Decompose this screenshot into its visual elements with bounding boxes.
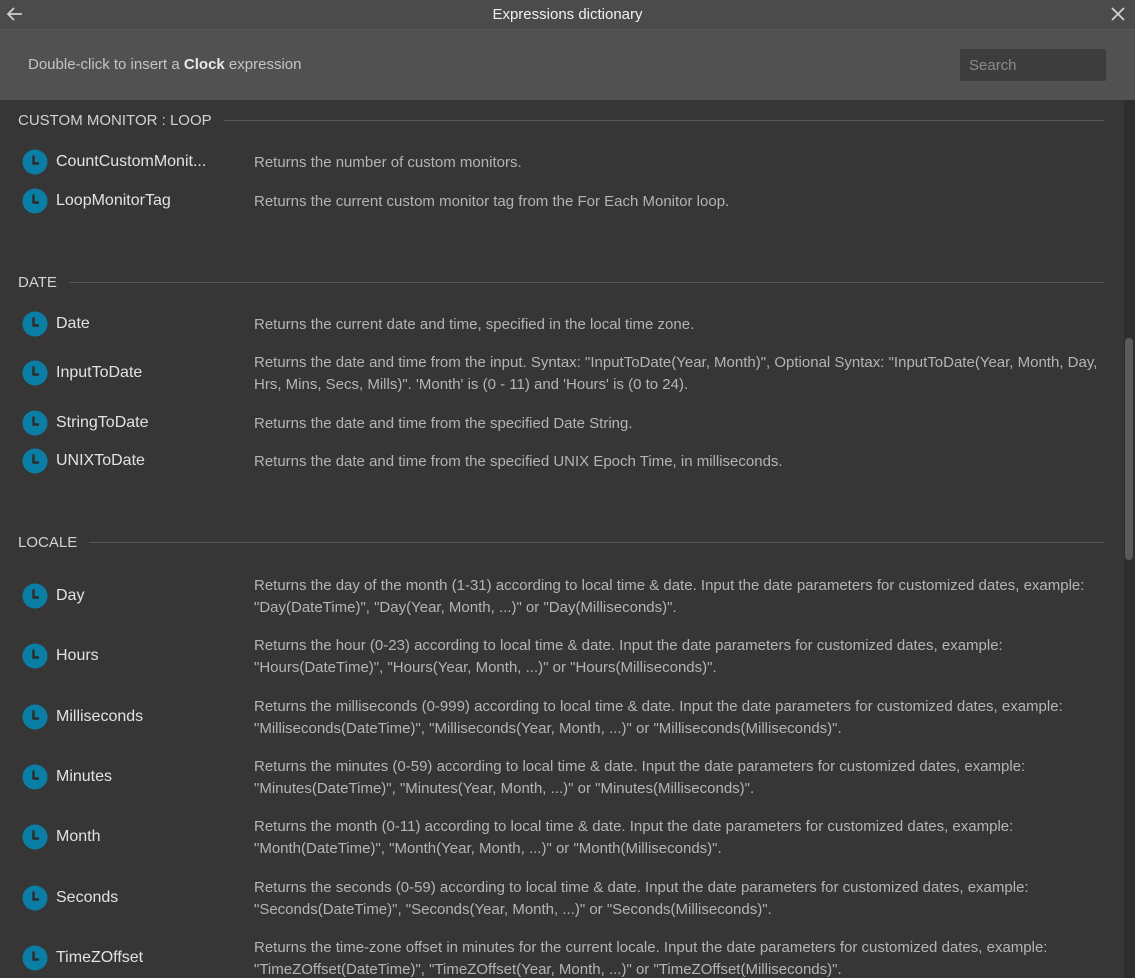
clock-icon xyxy=(22,885,48,911)
section-header-date: DATE xyxy=(18,272,1104,292)
expression-description: Returns the milliseconds (0-999) accordi… xyxy=(254,698,1063,737)
section-title: DATE xyxy=(18,273,57,291)
expression-description: Returns the date and time from the speci… xyxy=(254,453,783,470)
expression-description: Returns the current date and time, speci… xyxy=(254,316,695,333)
search-input[interactable] xyxy=(960,49,1106,81)
expression-item-date[interactable]: Date Returns the current date and time, … xyxy=(0,308,1124,342)
section-divider xyxy=(223,119,1104,121)
expression-description: Returns the day of the month (1-31) acco… xyxy=(254,577,1085,616)
expression-item-timezoffset[interactable]: TimeZOffset Returns the time-zone offset… xyxy=(0,935,1124,978)
section-header-custom-monitor-loop: CUSTOM MONITOR : LOOP xyxy=(18,110,1104,130)
clock-icon xyxy=(22,311,48,337)
clock-icon xyxy=(22,824,48,850)
expression-item-day[interactable]: Day Returns the day of the month (1-31) … xyxy=(0,573,1124,621)
hint-bold: Clock xyxy=(183,56,225,73)
expression-description: Returns the month (0-11) according to lo… xyxy=(254,818,1014,857)
expression-item-month[interactable]: Month Returns the month (0-11) according… xyxy=(0,814,1124,862)
expression-name: Seconds xyxy=(56,889,119,906)
expression-name: Milliseconds xyxy=(56,708,144,725)
insert-hint: Double-click to insert a Clock expressio… xyxy=(28,56,301,73)
close-icon xyxy=(1111,7,1125,21)
expression-name: Day xyxy=(56,587,85,604)
scrollbar-thumb[interactable] xyxy=(1125,338,1133,560)
clock-icon xyxy=(22,764,48,790)
expression-name: InputToDate xyxy=(56,364,143,381)
expression-name: Date xyxy=(56,315,90,332)
expression-description: Returns the seconds (0-59) according to … xyxy=(254,879,1029,918)
clock-icon xyxy=(22,945,48,971)
expression-item-seconds[interactable]: Seconds Returns the seconds (0-59) accor… xyxy=(0,875,1124,923)
expression-item-countcustommonitors[interactable]: CountCustomMonit... Returns the number o… xyxy=(0,146,1124,180)
expression-item-unixtodate[interactable]: UNIXToDate Returns the date and time fro… xyxy=(0,445,1124,479)
clock-icon xyxy=(22,188,48,214)
clock-icon xyxy=(22,643,48,669)
expression-name: UNIXToDate xyxy=(56,452,145,469)
expression-name: TimeZOffset xyxy=(56,949,144,966)
section-divider xyxy=(68,281,1104,283)
expression-item-milliseconds[interactable]: Milliseconds Returns the milliseconds (0… xyxy=(0,694,1124,742)
expression-item-loopmonitortag[interactable]: LoopMonitorTag Returns the current custo… xyxy=(0,185,1124,219)
clock-icon xyxy=(22,583,48,609)
section-divider xyxy=(89,541,1104,543)
expression-item-hours[interactable]: Hours Returns the hour (0-23) according … xyxy=(0,633,1124,681)
expression-name: Month xyxy=(56,828,101,845)
expression-description: Returns the hour (0-23) according to loc… xyxy=(254,637,1003,676)
expression-name: Hours xyxy=(56,647,99,664)
expression-name: StringToDate xyxy=(56,414,149,431)
expression-item-inputtodate[interactable]: InputToDate Returns the date and time fr… xyxy=(0,350,1124,398)
expression-name: Minutes xyxy=(56,768,113,785)
expression-item-stringtodate[interactable]: StringToDate Returns the date and time f… xyxy=(0,407,1124,441)
expression-description: Returns the number of custom monitors. xyxy=(254,154,522,171)
expression-description: Returns the current custom monitor tag f… xyxy=(254,193,730,210)
toolbar: Double-click to insert a Clock expressio… xyxy=(0,30,1135,100)
clock-icon xyxy=(22,149,48,175)
expression-name: LoopMonitorTag xyxy=(56,192,171,209)
hint-suffix: expression xyxy=(224,56,302,73)
clock-icon xyxy=(22,360,48,386)
clock-icon xyxy=(22,448,48,474)
hint-prefix: Double-click to insert a xyxy=(28,56,184,73)
expression-description: Returns the date and time from the speci… xyxy=(254,415,633,432)
expression-item-minutes[interactable]: Minutes Returns the minutes (0-59) accor… xyxy=(0,754,1124,802)
expression-description: Returns the minutes (0-59) according to … xyxy=(254,758,1026,797)
clock-icon xyxy=(22,410,48,436)
expression-name: CountCustomMonit... xyxy=(56,153,207,170)
window-title: Expressions dictionary xyxy=(492,6,643,23)
section-title: LOCALE xyxy=(18,533,78,551)
title-bar: Expressions dictionary xyxy=(0,0,1135,30)
section-header-locale: LOCALE xyxy=(18,532,1104,552)
expression-description: Returns the date and time from the input… xyxy=(254,354,1098,393)
expression-list[interactable]: CUSTOM MONITOR : LOOP CountCustomMonit..… xyxy=(0,100,1124,978)
close-button[interactable] xyxy=(1107,3,1129,25)
section-title: CUSTOM MONITOR : LOOP xyxy=(18,111,212,129)
expression-description: Returns the time-zone offset in minutes … xyxy=(254,939,1048,978)
clock-icon xyxy=(22,704,48,730)
